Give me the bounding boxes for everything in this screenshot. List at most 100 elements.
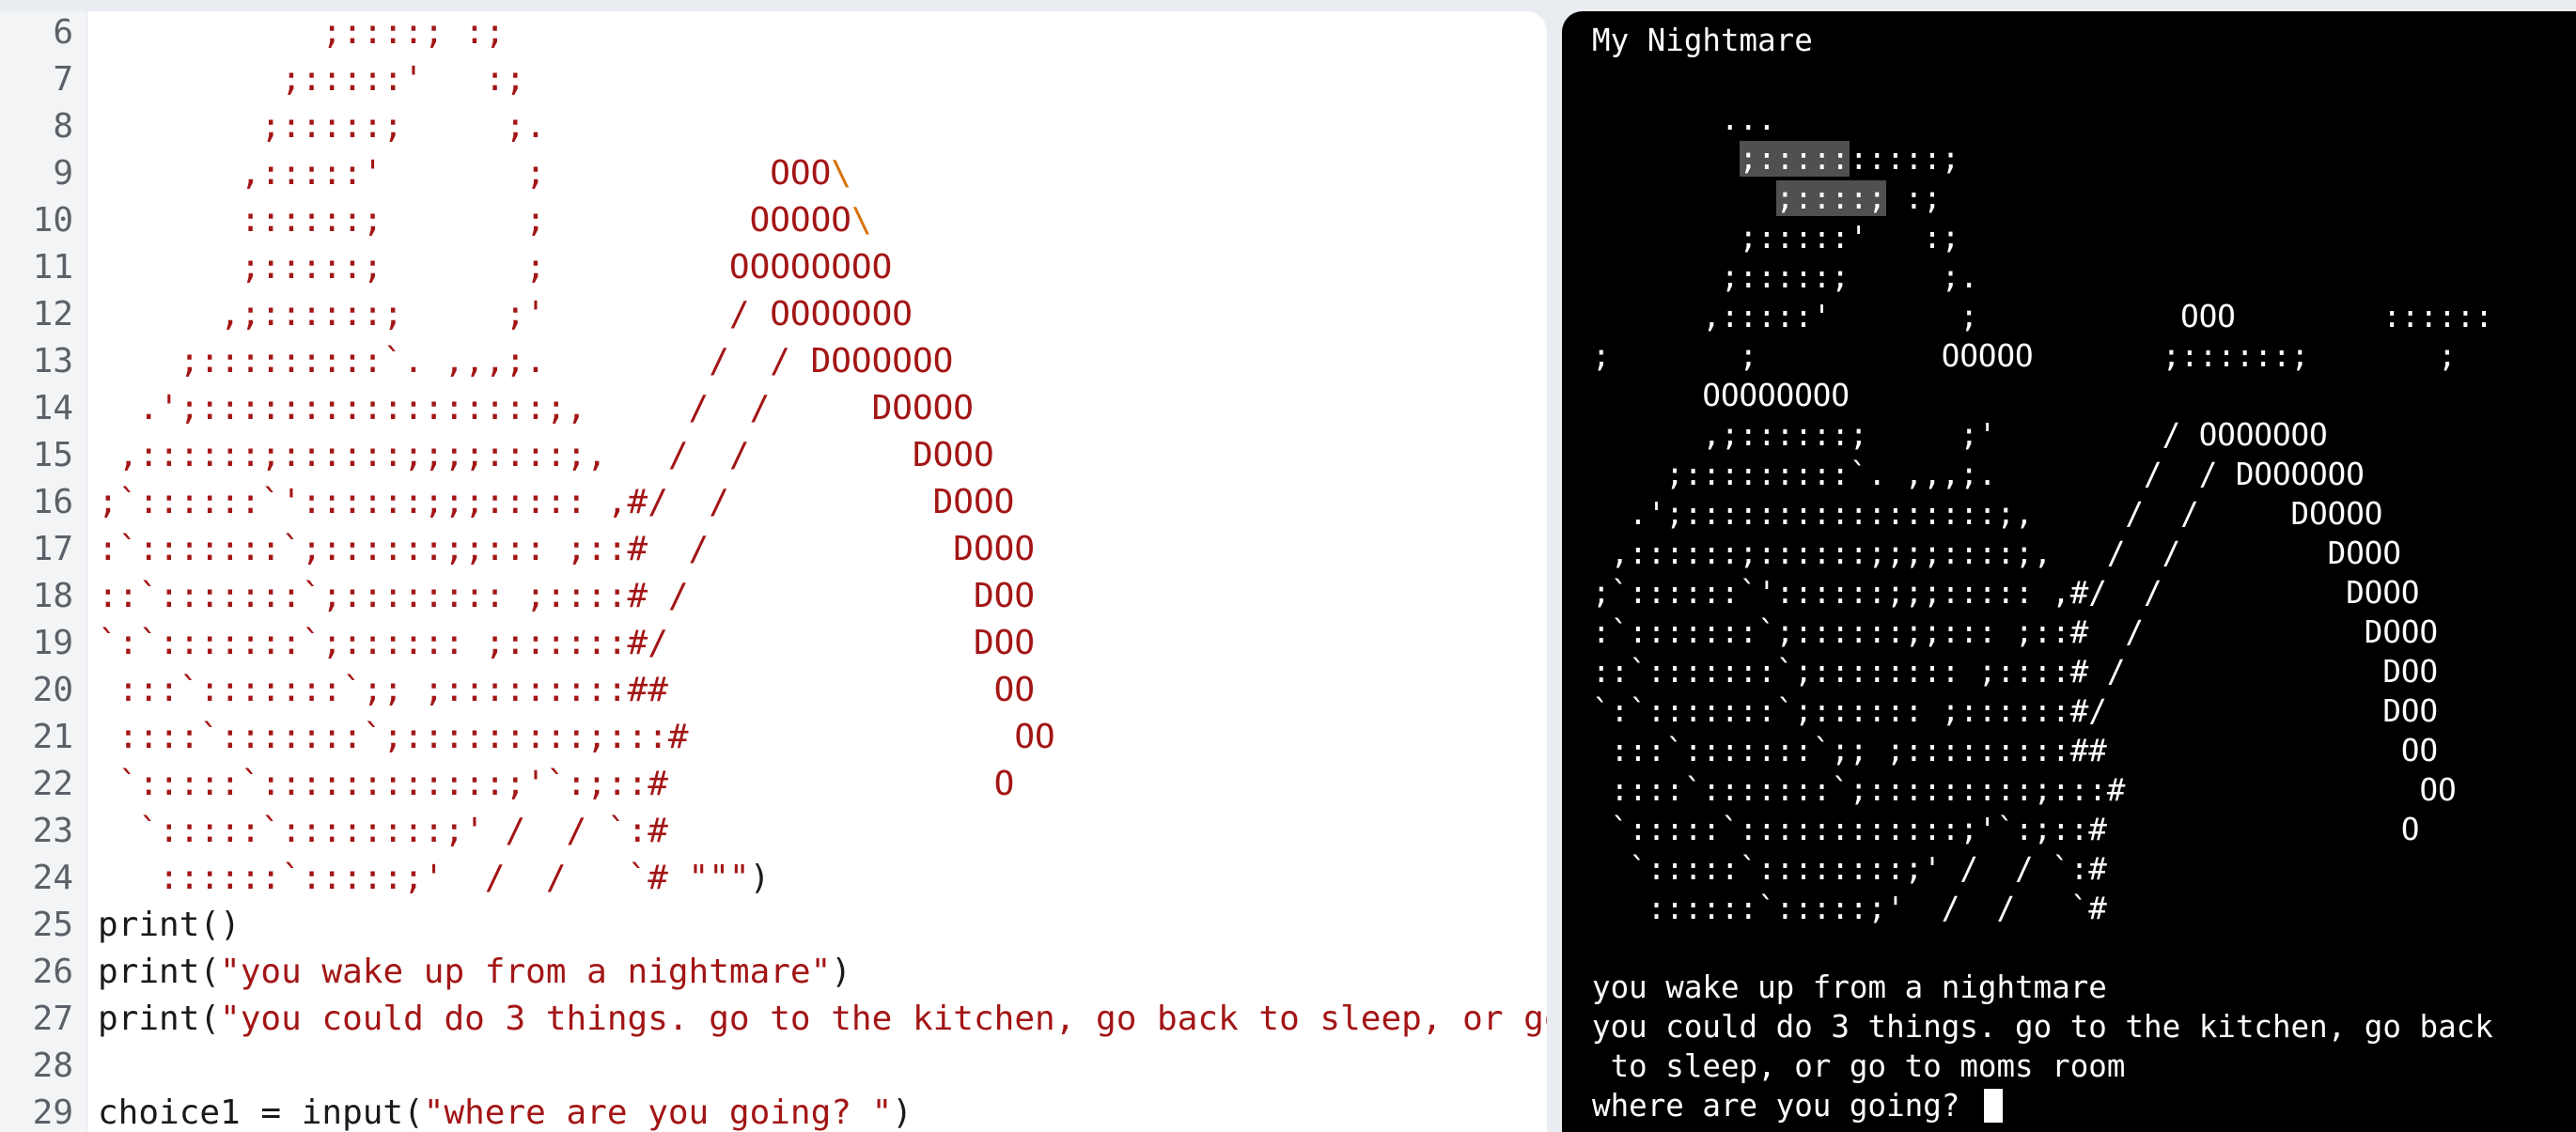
line-number: 17 <box>32 530 73 568</box>
console-line: ::::`:::::::`;:::::::::;:::# OO <box>1592 772 2457 808</box>
console-line: :`:::::::`;::::::;;::: ;::# / DOOO <box>1592 614 2439 650</box>
console-line: you could do 3 things. go to the kitchen… <box>1592 1009 2493 1045</box>
code-line[interactable]: ::::::; ; OOOOO\ <box>98 202 872 240</box>
code-line[interactable]: ,;::::::; ;' / OOOOOOO <box>98 296 913 333</box>
code-token: choice1 = input( <box>98 1093 424 1132</box>
console-line: ; ; OOOOO ;::::::; ; <box>1592 338 2457 374</box>
string-token: ,::::::;::::::;;;;::::;, / / DOOO <box>98 436 994 474</box>
string-token: ;::::; :; <box>98 13 506 52</box>
string-token: "you could do 3 things. go to the kitche… <box>220 1000 1547 1038</box>
code-line[interactable]: ,::::::;::::::;;;;::::;, / / DOOO <box>98 437 994 474</box>
code-token: print( <box>98 1000 221 1038</box>
console-line: ;`::::::`'::::::;;;::::: ,#/ / DOOO <box>1592 575 2420 611</box>
line-number: 9 <box>53 154 73 193</box>
string-token: ;:::::' :; <box>98 60 526 99</box>
code-line[interactable]: ;:::::; ; OOOOOOOO <box>98 248 893 287</box>
console-line: ,;::::::; ;' / OOOOOOO <box>1592 417 2328 453</box>
code-line[interactable]: ;:::::; ;. <box>98 107 546 146</box>
escape-token: \ <box>851 201 872 240</box>
string-token: ;`::::::`'::::::;;;::::: ,#/ / DOOO <box>98 483 1015 521</box>
string-token: ;:::::; ;. <box>98 107 546 146</box>
line-number: 12 <box>32 295 73 333</box>
string-token: `:::::`::::::::::::;'`:;::# O <box>98 765 1015 803</box>
line-number: 29 <box>32 1093 73 1132</box>
line-number: 8 <box>53 107 73 146</box>
console-line: `:`:::::::`;:::::: ;::::::#/ DOO <box>1592 693 2439 729</box>
string-token: :::`:::::::`;; ;:::::::::## OO <box>98 671 1035 709</box>
console-line: ;::::::::::; <box>1739 141 1960 177</box>
line-number: 22 <box>32 765 73 803</box>
code-line[interactable]: :`:::::::`;::::::;;::: ;::# / DOOO <box>98 531 1035 568</box>
console-title: My Nightmare <box>1592 23 1813 58</box>
string-token: `:`:::::::`;:::::: ;::::::#/ DOO <box>98 624 1035 662</box>
line-number: 27 <box>32 1000 73 1038</box>
line-number: 13 <box>32 342 73 380</box>
code-line[interactable]: ::::::`:::::;' / / `# """) <box>98 860 770 897</box>
code-line[interactable]: print() <box>98 907 241 944</box>
string-token: ;:::::::::`. ,,,;. / / DOOOOOO <box>98 342 954 380</box>
console-line: :::`:::::::`;; ;:::::::::## OO <box>1592 733 2439 768</box>
line-number: 26 <box>32 953 73 991</box>
line-number: 24 <box>32 859 73 897</box>
code-token: ) <box>892 1093 913 1132</box>
code-token: ) <box>749 859 771 897</box>
code-line[interactable]: ;:::::' :; <box>98 61 525 99</box>
text-cursor[interactable] <box>1983 1089 2003 1123</box>
prompt-text: where are you going? <box>1592 1088 1978 1124</box>
line-number: 6 <box>53 13 73 52</box>
console-line: to sleep, or go to moms room <box>1592 1048 2126 1084</box>
console-output[interactable]: My Nightmare ... ;::::::::::; ;::::; :; … <box>1562 11 2576 1132</box>
line-number: 10 <box>32 201 73 240</box>
code-line[interactable]: ::`:::::::`;:::::::: ;::::# / DOO <box>98 578 1035 615</box>
code-token: print() <box>98 906 241 944</box>
console-line: ,:::::' ; OOO :::::: <box>1592 299 2493 334</box>
text-selection: ;::::; <box>1775 180 1887 216</box>
console-line: OOOOOOOO <box>1592 378 1850 413</box>
console-line: ;:::::' :; <box>1592 220 1960 256</box>
line-number: 18 <box>32 577 73 615</box>
line-number: 14 <box>32 389 73 427</box>
string-token: ::`:::::::`;:::::::: ;::::# / DOO <box>98 577 1035 615</box>
console-line: ;:::::; ;. <box>1592 259 1978 295</box>
text-selection: ;::::: <box>1739 141 1850 177</box>
code-line[interactable]: print("you could do 3 things. go to the … <box>98 1000 1547 1038</box>
code-line[interactable]: ;::::; :; <box>98 14 505 52</box>
code-line[interactable]: `:::::`::::::::;' / / `:# <box>98 813 668 850</box>
console-line: ... <box>1592 101 1776 137</box>
console-line: ;::::; :; <box>1775 180 1942 216</box>
string-token: ;:::::; ; OOOOOOOO <box>98 248 893 287</box>
string-token: "you wake up from a nightmare" <box>220 953 832 991</box>
input-prompt[interactable]: where are you going? <box>1592 1086 2003 1125</box>
string-token: ,:::::' ; OOO <box>98 154 832 193</box>
code-token: ) <box>831 953 851 991</box>
string-token: ,;::::::; ;' / OOOOOOO <box>98 295 913 333</box>
line-number: 23 <box>32 812 73 850</box>
code-line[interactable]: choice1 = input("where are you going? ") <box>98 1094 913 1132</box>
console-line: `:::::`::::::::::::;'`:;::# O <box>1592 812 2420 847</box>
code-line[interactable]: .';:::::::::::::::::;, / / DOOOO <box>98 390 974 427</box>
line-number: 28 <box>32 1047 73 1085</box>
console-line: .';:::::::::::::::::;, / / DOOOO <box>1592 496 2383 532</box>
code-line[interactable]: ,:::::' ; OOO\ <box>98 155 851 193</box>
string-token: `:::::`::::::::;' / / `:# <box>98 812 668 850</box>
console-line: ::::::`:::::;' / / `# <box>1592 891 2107 926</box>
code-line[interactable]: `:::::`::::::::::::;'`:;::# O <box>98 765 1015 803</box>
line-number: 21 <box>32 718 73 756</box>
code-line[interactable]: :::`:::::::`;; ;:::::::::## OO <box>98 672 1035 709</box>
code-line[interactable]: print("you wake up from a nightmare") <box>98 954 851 991</box>
code-line[interactable]: ;`::::::`'::::::;;;::::: ,#/ / DOOO <box>98 484 1014 521</box>
string-token: .';:::::::::::::::::;, / / DOOOO <box>98 389 974 427</box>
line-number: 19 <box>32 624 73 662</box>
escape-token: \ <box>831 154 851 193</box>
code-line[interactable]: `:`:::::::`;:::::: ;::::::#/ DOO <box>98 625 1035 662</box>
line-number: 7 <box>53 60 73 99</box>
console-line: ::`:::::::`;:::::::: ;::::# / DOO <box>1592 654 2439 690</box>
line-number: 20 <box>32 671 73 709</box>
line-number: 25 <box>32 906 73 944</box>
code-editor[interactable]: 6 7 8 9 10 11 12 13 14 15 16 17 18 19 20 21 22 23 24 25 26 27… <box>0 11 1547 1132</box>
code-line[interactable]: ::::`:::::::`;:::::::::;:::# OO <box>98 719 1055 756</box>
console-line: ;:::::::::`. ,,,;. / / DOOOOOO <box>1592 457 2365 492</box>
line-number-gutter: 6 7 8 9 10 11 12 13 14 15 16 17 18 19 20 21 22 23 24 25 26 27… <box>0 11 87 1132</box>
line-number: 11 <box>32 248 73 287</box>
code-line[interactable]: ;:::::::::`. ,,,;. / / DOOOOOO <box>98 342 954 380</box>
